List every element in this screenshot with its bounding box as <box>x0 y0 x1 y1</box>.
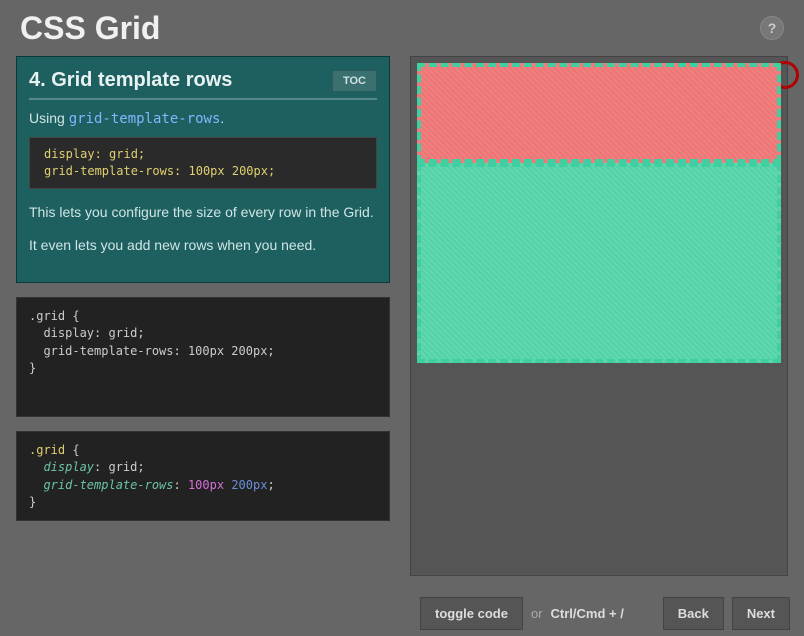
content: 4. Grid template rows TOC Using grid-tem… <box>0 56 804 576</box>
grid-row-2 <box>417 163 781 363</box>
lesson-header: 4. Grid template rows TOC <box>29 69 377 100</box>
toggle-code-button[interactable]: toggle code <box>420 597 523 630</box>
code-brace-close: } <box>29 495 36 509</box>
grid-area <box>417 63 781 363</box>
left-column: 4. Grid template rows TOC Using grid-tem… <box>16 56 390 576</box>
lesson-panel: 4. Grid template rows TOC Using grid-tem… <box>16 56 390 283</box>
code-block-highlighted[interactable]: .grid { display: grid; grid-template-row… <box>16 431 390 521</box>
code-prop-gtr: grid-template-rows <box>43 478 173 492</box>
code-block-plain: .grid { display: grid; grid-template-row… <box>16 297 390 417</box>
header: CSS Grid ? <box>0 0 804 56</box>
code-brace-open: { <box>65 443 79 457</box>
grid-row-1 <box>417 63 781 163</box>
next-button[interactable]: Next <box>732 597 790 630</box>
grid-preview <box>410 56 788 576</box>
code-val-100px: 100px <box>188 478 224 492</box>
intro-code: grid-template-rows <box>69 111 221 127</box>
intro-prefix: Using <box>29 110 69 126</box>
code-prop-display: display <box>43 460 94 474</box>
lesson-intro: Using grid-template-rows. <box>29 110 377 127</box>
code-val-grid: grid <box>108 460 137 474</box>
code-val-200px: 200px <box>231 478 267 492</box>
lesson-title: 4. Grid template rows <box>29 69 232 92</box>
code-selector: .grid <box>29 443 65 457</box>
help-button[interactable]: ? <box>760 16 784 40</box>
right-column <box>410 56 788 576</box>
toc-button[interactable]: TOC <box>332 70 377 92</box>
footer: toggle code or Ctrl/Cmd + / Back Next <box>420 597 790 630</box>
back-button[interactable]: Back <box>663 597 724 630</box>
footer-or: or <box>531 606 543 621</box>
inner-code-block: display: grid; grid-template-rows: 100px… <box>29 137 377 189</box>
lesson-text-1: This lets you configure the size of ever… <box>29 203 377 223</box>
intro-suffix: . <box>220 110 224 126</box>
footer-shortcut: Ctrl/Cmd + / <box>551 606 624 621</box>
page-title: CSS Grid <box>20 10 160 47</box>
lesson-text-2: It even lets you add new rows when you n… <box>29 236 377 256</box>
